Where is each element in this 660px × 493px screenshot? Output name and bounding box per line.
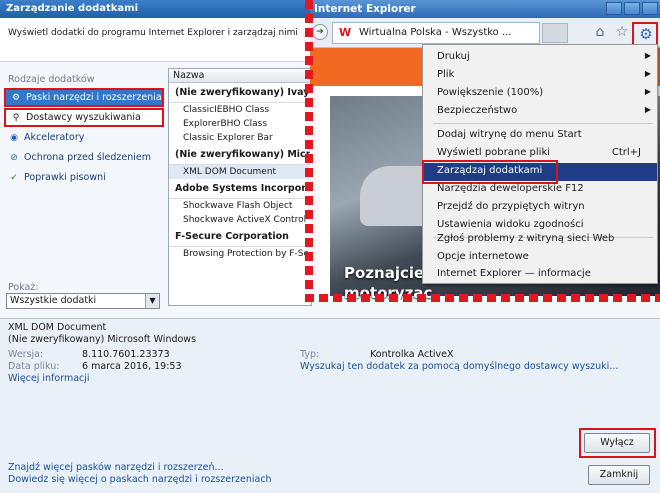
chevron-right-icon: ▶	[644, 51, 651, 60]
spellcheck-icon: ✓	[10, 172, 18, 183]
menu-label: Powiększenie (100%)	[437, 87, 544, 98]
list-group: Adobe Systems Incorporate	[169, 179, 311, 199]
show-select[interactable]: Wszystkie dodatki ▼	[6, 293, 160, 309]
type-toolbars-extensions[interactable]: ⚙ Paski narzędzi i rozszerzenia	[4, 88, 164, 107]
chevron-right-icon: ▶	[644, 87, 651, 96]
ie-title: Internet Explorer	[314, 3, 416, 15]
maximize-icon[interactable]	[624, 2, 640, 15]
highlight-gear	[632, 22, 658, 46]
addons-list: Nazwa (Nie zweryfikowany) Ivaylo Classic…	[168, 68, 312, 306]
list-item[interactable]: Browsing Protection by F-Secu...	[169, 247, 311, 261]
menu-item-print[interactable]: Drukuj ▶	[423, 49, 657, 67]
menu-item-about[interactable]: Internet Explorer — informacje	[423, 266, 657, 284]
find-more-link[interactable]: Znajdź więcej pasków narzędzi i rozszerz…	[8, 462, 224, 473]
menu-label: Wyświetl pobrane pliki	[437, 147, 551, 158]
tools-menu: Drukuj ▶ Plik ▶ Powiększenie (100%) ▶ Bezpi…	[422, 44, 658, 284]
separator-dotted-horizontal	[305, 294, 660, 302]
menu-item-devtools[interactable]: Narzędzia deweloperskie F12	[423, 181, 657, 199]
new-tab-button[interactable]	[542, 23, 568, 43]
tab-title: Wirtualna Polska - Wszystko ...	[359, 27, 512, 38]
show-select-value: Wszystkie dodatki	[10, 295, 97, 306]
caption-line: Poznajcie	[344, 264, 425, 282]
list-item[interactable]: ExplorerBHO Class	[169, 117, 311, 131]
menu-item-zoom[interactable]: Powiększenie (100%) ▶	[423, 85, 657, 103]
detail-date-label: Data pliku:	[8, 361, 60, 372]
menu-item-file[interactable]: Plik ▶	[423, 67, 657, 85]
detail-type: Kontrolka ActiveX	[370, 349, 454, 360]
detail-publisher: (Nie zweryfikowany) Microsoft Windows	[8, 334, 197, 345]
list-group: (Nie zweryfikowany) Microso	[169, 145, 311, 165]
type-accelerators[interactable]: ◉ Akceleratory	[4, 128, 164, 147]
menu-item-pinned-sites[interactable]: Przejdź do przypiętych witryn	[423, 199, 657, 217]
learn-more-link[interactable]: Dowiedz się więcej o paskach narzędzi i …	[8, 474, 272, 485]
details-panel: XML DOM Document (Nie zweryfikowany) Mic…	[0, 318, 660, 493]
chevron-right-icon: ▶	[644, 105, 651, 114]
list-group: (Nie zweryfikowany) Ivaylo	[169, 83, 311, 103]
list-item[interactable]: Shockwave ActiveX Control	[169, 213, 311, 227]
type-search-providers[interactable]: ⚲ Dostawcy wyszukiwania	[4, 108, 164, 127]
dialog-description-text: Wyświetl dodatki do programu Internet Ex…	[8, 28, 298, 38]
detail-date: 6 marca 2016, 19:53	[82, 361, 182, 372]
addon-types-list: ⚙ Paski narzędzi i rozszerzenia ⚲ Dostaw…	[4, 88, 164, 188]
menu-label: Przejdź do przypiętych witryn	[437, 201, 585, 212]
type-label: Ochrona przed śledzeniem	[24, 152, 151, 163]
menu-item-internet-options[interactable]: Opcje internetowe	[423, 249, 657, 267]
menu-label: Dodaj witrynę do menu Start	[437, 129, 582, 140]
menu-item-security[interactable]: Bezpieczeństwo ▶	[423, 103, 657, 121]
minimize-icon[interactable]	[606, 2, 622, 15]
menu-label: Zgłoś problemy z witryną sieci Web	[437, 233, 615, 244]
detail-type-label: Typ:	[300, 349, 320, 360]
type-tracking-protection[interactable]: ⊘ Ochrona przed śledzeniem	[4, 148, 164, 167]
menu-label: Internet Explorer — informacje	[437, 268, 591, 279]
favorites-star-icon[interactable]: ☆	[614, 24, 630, 40]
menu-label: Narzędzia deweloperskie F12	[437, 183, 584, 194]
column-header-name[interactable]: Nazwa	[169, 69, 311, 83]
menu-label: Bezpieczeństwo	[437, 105, 518, 116]
close-window-icon[interactable]	[642, 2, 658, 15]
menu-item-add-to-start[interactable]: Dodaj witrynę do menu Start	[423, 127, 657, 145]
list-item-selected[interactable]: XML DOM Document	[169, 165, 311, 179]
list-item[interactable]: ClassicIEBHO Class	[169, 103, 311, 117]
close-button[interactable]: Zamknij	[588, 465, 650, 485]
accelerator-icon: ◉	[10, 132, 18, 143]
separator-dotted-vertical	[305, 0, 313, 300]
dialog-title: Zarządzanie dodatkami	[0, 0, 310, 18]
type-label: Paski narzędzi i rozszerzenia	[26, 92, 162, 103]
list-item[interactable]: Shockwave Flash Object	[169, 199, 311, 213]
chevron-down-icon[interactable]: ▼	[145, 294, 159, 308]
menu-label: Ustawienia widoku zgodności	[437, 219, 584, 230]
wp-logo-icon: W	[339, 26, 352, 39]
list-group: F-Secure Corporation	[169, 227, 311, 247]
home-icon[interactable]: ⌂	[592, 24, 608, 40]
type-label: Dostawcy wyszukiwania	[26, 112, 141, 123]
back-arrow-icon[interactable]: ➜	[312, 24, 328, 40]
menu-shortcut: Ctrl+J	[611, 147, 641, 158]
type-spelling[interactable]: ✓ Poprawki pisowni	[4, 168, 164, 187]
chevron-right-icon: ▶	[644, 69, 651, 78]
search-addon-link[interactable]: Wyszukaj ten dodatek za pomocą domyślneg…	[300, 361, 618, 372]
highlight-disable	[579, 428, 656, 458]
detail-addon-name: XML DOM Document	[8, 322, 107, 333]
menu-item-report-problems[interactable]: Zgłoś problemy z witryną sieci Web	[423, 231, 657, 249]
detail-version: 8.110.7601.23373	[82, 349, 170, 360]
type-label: Akceleratory	[24, 132, 85, 143]
show-label: Pokaż:	[8, 282, 39, 293]
block-icon: ⊘	[10, 152, 18, 163]
type-label: Poprawki pisowni	[24, 172, 106, 183]
dialog-description: Wyświetl dodatki do programu Internet Ex…	[0, 18, 310, 62]
browser-tab[interactable]: W Wirtualna Polska - Wszystko ...	[332, 22, 540, 44]
list-item[interactable]: Classic Explorer Bar	[169, 131, 311, 145]
menu-label: Opcje internetowe	[437, 251, 529, 262]
detail-version-label: Wersja:	[8, 349, 44, 360]
search-icon: ⚲	[12, 112, 20, 123]
menu-label: Plik	[437, 69, 455, 80]
more-info-link[interactable]: Więcej informacji	[8, 373, 90, 384]
menu-label: Drukuj	[437, 51, 470, 62]
ie-titlebar: Internet Explorer	[310, 0, 660, 18]
menu-separator	[433, 123, 653, 124]
gear-icon: ⚙	[11, 92, 21, 103]
addon-types-label: Rodzaje dodatków	[8, 74, 95, 85]
